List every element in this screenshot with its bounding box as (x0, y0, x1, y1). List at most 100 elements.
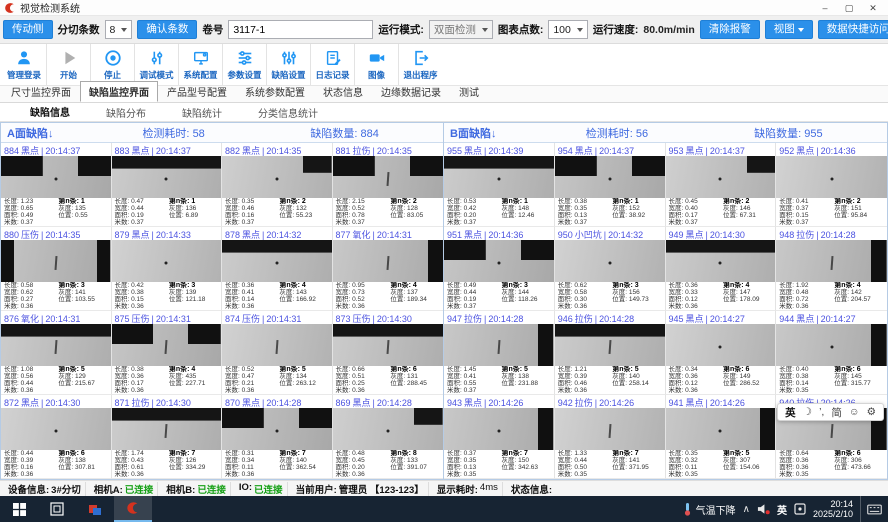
defect-cell[interactable]: 874压伤|20:14:31 长度: 0.52 宽度: 0.47 面积: 0.2… (222, 311, 333, 395)
ime-mode-icon[interactable] (794, 503, 806, 515)
defect-image[interactable] (333, 324, 444, 366)
defect-cell[interactable]: 950小凹坑|20:14:32 长度: 0.62 宽度: 0.58 面积: 0.… (555, 227, 666, 311)
panel-a-title[interactable]: A面缺陷↓ (1, 125, 142, 141)
defect-image[interactable] (112, 408, 222, 450)
toolbar-system-button[interactable]: 系统配置 (178, 44, 222, 85)
defect-image[interactable] (666, 156, 776, 198)
panel-b-title[interactable]: B面缺陷↓ (444, 125, 586, 141)
defect-image[interactable] (1, 408, 111, 450)
defect-image[interactable] (444, 324, 554, 366)
defect-image[interactable] (555, 408, 665, 450)
defect-cell[interactable]: 951黑点|20:14:36 长度: 0.49 宽度: 0.44 面积: 0.1… (444, 227, 555, 311)
defect-image[interactable] (444, 408, 554, 450)
view-menu-button[interactable]: 视图 (765, 20, 813, 39)
defect-cell[interactable]: 883黑点|20:14:37 长度: 0.47 宽度: 0.44 面积: 0.1… (112, 143, 223, 227)
defect-image[interactable] (1, 240, 111, 282)
main-tab-2[interactable]: 产品型号配置 (158, 81, 236, 102)
defect-image[interactable] (776, 240, 887, 282)
toolbar-params-button[interactable]: 参数设置 (222, 44, 266, 85)
inspection-app-taskbar-button[interactable] (114, 496, 152, 522)
language-indicator[interactable]: 英 (777, 502, 787, 517)
toolbar-debug-button[interactable]: 调试模式 (134, 44, 178, 85)
defect-image[interactable] (666, 324, 776, 366)
roll-number-input[interactable] (228, 20, 373, 39)
sub-tab-0[interactable]: 缺陷信息 (14, 101, 86, 124)
defect-cell[interactable]: 946拉伤|20:14:28 长度: 1.21 宽度: 0.39 面积: 0.4… (555, 311, 666, 395)
defect-image[interactable] (776, 156, 887, 198)
chart-points-select[interactable]: 100 (548, 20, 588, 39)
minimize-button[interactable]: – (814, 1, 836, 15)
defect-image[interactable] (333, 156, 444, 198)
defect-image[interactable] (333, 408, 444, 450)
defect-cell[interactable]: 953黑点|20:14:37 长度: 0.45 宽度: 0.40 面积: 0.1… (666, 143, 777, 227)
defect-image[interactable] (112, 240, 222, 282)
taskbar-clock[interactable]: 20:142025/2/10 (813, 499, 853, 519)
defect-cell[interactable]: 872黑点|20:14:30 长度: 0.44 宽度: 0.39 面积: 0.1… (1, 395, 112, 479)
defect-cell[interactable]: 947拉伤|20:14:28 长度: 1.45 宽度: 0.41 面积: 0.5… (444, 311, 555, 395)
defect-cell[interactable]: 869黑点|20:14:28 长度: 0.48 宽度: 0.45 面积: 0.2… (333, 395, 444, 479)
weather-widget[interactable]: 气温下降 (683, 502, 736, 517)
ime-toolbar[interactable]: 英☽’,简☺⚙ (777, 403, 884, 421)
defect-image[interactable] (222, 408, 332, 450)
toolbar-defect-settings-button[interactable]: 缺陷设置 (266, 44, 310, 85)
toolbar-exit-button[interactable]: 退出程序 (398, 44, 442, 85)
toolbar-user-button[interactable]: 管理登录 (2, 44, 46, 85)
ime-tool-5[interactable]: ⚙ (867, 406, 876, 418)
main-tab-5[interactable]: 边缘数据记录 (372, 81, 450, 102)
main-tab-6[interactable]: 测试 (450, 81, 488, 102)
defect-image[interactable] (666, 240, 776, 282)
defect-image[interactable] (222, 240, 332, 282)
defect-cell[interactable]: 945黑点|20:14:27 长度: 0.34 宽度: 0.36 面积: 0.1… (666, 311, 777, 395)
volume-icon[interactable] (757, 503, 770, 515)
defect-cell[interactable]: 877氧化|20:14:31 长度: 0.95 宽度: 0.73 面积: 0.5… (333, 227, 444, 311)
main-tab-4[interactable]: 状态信息 (314, 81, 372, 102)
defect-image[interactable] (666, 408, 776, 450)
defect-cell[interactable]: 880压伤|20:14:35 长度: 0.58 宽度: 0.62 面积: 0.2… (1, 227, 112, 311)
ime-tool-3[interactable]: 简 (831, 405, 842, 420)
toolbar-stop-button[interactable]: 停止 (90, 44, 134, 85)
defect-image[interactable] (112, 324, 222, 366)
defect-image[interactable] (444, 156, 554, 198)
tray-expand-button[interactable]: ∧ (743, 504, 750, 515)
main-tab-3[interactable]: 系统参数配置 (236, 81, 314, 102)
main-tab-0[interactable]: 尺寸监控界面 (2, 81, 80, 102)
defect-image[interactable] (555, 324, 665, 366)
defect-cell[interactable]: 879黑点|20:14:33 长度: 0.42 宽度: 0.38 面积: 0.1… (112, 227, 223, 311)
defect-cell[interactable]: 948拉伤|20:14:28 长度: 1.92 宽度: 0.48 面积: 0.7… (776, 227, 887, 311)
defect-image[interactable] (444, 240, 554, 282)
defect-image[interactable] (1, 324, 111, 366)
defect-image[interactable] (555, 240, 665, 282)
ime-tool-2[interactable]: ’, (819, 406, 824, 418)
data-access-menu-button[interactable]: 数据快捷访问 (818, 20, 888, 39)
main-tab-1[interactable]: 缺陷监控界面 (80, 81, 158, 102)
confirm-count-button[interactable]: 确认条数 (137, 20, 197, 39)
defect-cell[interactable]: 875压伤|20:14:31 长度: 0.38 宽度: 0.36 面积: 0.1… (112, 311, 223, 395)
defect-cell[interactable]: 870黑点|20:14:28 长度: 0.31 宽度: 0.34 面积: 0.1… (222, 395, 333, 479)
defect-cell[interactable]: 871拉伤|20:14:30 长度: 1.74 宽度: 0.43 面积: 0.6… (112, 395, 223, 479)
sub-tab-1[interactable]: 缺陷分布 (90, 102, 162, 123)
defect-cell[interactable]: 873压伤|20:14:30 长度: 0.66 宽度: 0.51 面积: 0.2… (333, 311, 444, 395)
defect-cell[interactable]: 942拉伤|20:14:26 长度: 1.33 宽度: 0.44 面积: 0.5… (555, 395, 666, 479)
defect-cell[interactable]: 882黑点|20:14:35 长度: 0.35 宽度: 0.46 面积: 0.1… (222, 143, 333, 227)
clear-alarm-button[interactable]: 清除报警 (700, 20, 760, 39)
defect-image[interactable] (112, 156, 222, 198)
toolbar-log-button[interactable]: 日志记录 (310, 44, 354, 85)
defect-cell[interactable]: 952黑点|20:14:36 长度: 0.41 宽度: 0.37 面积: 0.1… (776, 143, 887, 227)
slit-count-select[interactable]: 8 (105, 20, 133, 39)
defect-cell[interactable]: 943黑点|20:14:26 长度: 0.37 宽度: 0.35 面积: 0.1… (444, 395, 555, 479)
defect-cell[interactable]: 876氧化|20:14:31 长度: 1.08 宽度: 0.56 面积: 0.4… (1, 311, 112, 395)
defect-image[interactable] (222, 324, 332, 366)
defect-image[interactable] (222, 156, 332, 198)
drive-side-button[interactable]: 传动侧 (3, 20, 53, 39)
toolbar-play-button[interactable]: 开始 (46, 44, 90, 85)
defect-image[interactable] (1, 156, 111, 198)
defect-cell[interactable]: 944黑点|20:14:27 长度: 0.40 宽度: 0.38 面积: 0.1… (776, 311, 887, 395)
defect-cell[interactable]: 881拉伤|20:14:35 长度: 2.15 宽度: 0.52 面积: 0.7… (333, 143, 444, 227)
ime-tool-4[interactable]: ☺ (849, 406, 860, 418)
sub-tab-2[interactable]: 缺陷统计 (166, 102, 238, 123)
sub-tab-3[interactable]: 分类信息统计 (242, 102, 334, 123)
pinned-app-button[interactable] (76, 496, 114, 522)
maximize-button[interactable]: ▢ (838, 1, 860, 15)
defect-image[interactable] (776, 324, 887, 366)
ime-lang-toggle[interactable]: 英 (785, 405, 796, 420)
